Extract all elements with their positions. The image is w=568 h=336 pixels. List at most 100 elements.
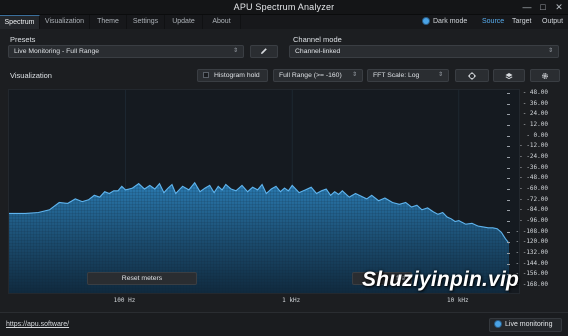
target-link[interactable]: Target — [512, 15, 531, 29]
visualization-label: Visualization — [10, 71, 52, 80]
db-tick-mark — [507, 178, 510, 180]
presets-select[interactable]: Live Monitoring - Full Range ⇕ — [8, 45, 244, 58]
fft-scale-selected-value: FFT Scale: Log — [373, 72, 420, 79]
db-tick-label: - -48.00 — [519, 174, 548, 182]
db-tick-label: - -168.00 — [515, 281, 548, 288]
db-tick: - -120.00 — [507, 238, 555, 246]
status-bar: https://apu.software/ Live monitoring — [0, 312, 568, 336]
app-window: APU Spectrum Analyzer — □ ✕ Spectrum Vis… — [0, 0, 568, 336]
presets-label: Presets — [10, 35, 36, 44]
db-tick-label: - -156.00 — [515, 270, 548, 278]
channel-mode-label: Channel mode — [293, 35, 342, 44]
website-link[interactable]: https://apu.software/ — [6, 321, 69, 328]
db-tick-mark — [507, 242, 510, 244]
channel-mode-selected-value: Channel-linked — [295, 48, 341, 55]
db-tick: - -48.00 — [507, 174, 555, 182]
window-title: APU Spectrum Analyzer — [233, 2, 335, 12]
db-tick-mark — [507, 210, 510, 212]
tab-update[interactable]: Update — [165, 15, 203, 29]
source-link[interactable]: Source — [482, 15, 504, 29]
gear-icon — [542, 72, 548, 79]
frequency-axis: 100 Hz 1 kHz 10 kHz — [8, 294, 520, 308]
watermark-text: Shuziyinpin.vip — [362, 268, 520, 291]
histogram-hold-checkbox — [203, 72, 209, 78]
db-tick-label: - 48.00 — [522, 89, 548, 96]
close-button[interactable]: ✕ — [550, 1, 568, 13]
db-tick-label: - -120.00 — [515, 238, 548, 246]
frequency-tick-label: 1 kHz — [282, 297, 301, 304]
db-tick-label: - -36.00 — [519, 163, 548, 171]
channel-mode-select[interactable]: Channel-linked ⇕ — [289, 45, 559, 58]
histogram-hold-toggle[interactable]: Histogram hold — [197, 69, 268, 82]
frequency-tick-label: 10 kHz — [446, 297, 469, 304]
tab-spectrum[interactable]: Spectrum — [0, 15, 40, 29]
db-tick-label: - -12.00 — [519, 142, 548, 150]
db-tick: - -24.00 — [507, 153, 555, 161]
tab-theme[interactable]: Theme — [90, 15, 127, 29]
live-monitoring-toggle[interactable]: Live monitoring — [489, 318, 562, 332]
dark-mode-toggle[interactable]: Dark mode — [423, 15, 467, 29]
db-tick: - -84.00 — [507, 206, 555, 214]
db-tick: - -132.00 — [507, 249, 555, 257]
db-tick-mark — [507, 125, 510, 126]
db-tick-label: - -24.00 — [519, 153, 548, 160]
reset-meters-button[interactable]: Reset meters — [87, 272, 197, 285]
db-tick-mark — [507, 157, 510, 158]
frequency-tick-label: 100 Hz — [113, 297, 136, 304]
db-tick-label: - -84.00 — [519, 206, 548, 214]
range-select[interactable]: Full Range (>= -160) ⇕ — [273, 69, 363, 82]
tab-about[interactable]: About — [203, 15, 241, 29]
tab-visualization[interactable]: Visualization — [40, 15, 90, 29]
db-tick-mark — [507, 93, 510, 94]
layers-icon — [505, 72, 513, 79]
db-tick: - -108.00 — [507, 228, 555, 236]
histogram-hold-label: Histogram hold — [214, 72, 260, 79]
db-tick: - -144.00 — [507, 260, 555, 268]
db-tick: - -72.00 — [507, 196, 555, 204]
pencil-icon — [261, 48, 267, 54]
db-tick: - -60.00 — [507, 185, 555, 193]
title-bar: APU Spectrum Analyzer — □ ✕ — [0, 0, 568, 15]
crosshair-button[interactable] — [455, 69, 489, 82]
dark-mode-radio-icon — [423, 17, 429, 24]
db-tick: - -96.00 — [507, 217, 555, 225]
settings-button[interactable] — [530, 69, 560, 82]
db-tick-mark — [507, 221, 510, 222]
db-tick-mark — [507, 114, 510, 116]
live-monitoring-label: Live monitoring — [505, 321, 553, 328]
db-tick: - -12.00 — [507, 142, 555, 150]
db-tick-mark — [507, 135, 510, 137]
db-tick-label: - 36.00 — [522, 99, 548, 107]
db-tick: - 36.00 — [507, 100, 555, 108]
crosshair-icon — [468, 71, 476, 80]
db-tick-mark — [507, 231, 510, 233]
select-arrows-icon: ⇕ — [547, 48, 553, 54]
db-tick-label: - -60.00 — [519, 185, 548, 192]
select-arrows-icon: ⇕ — [351, 72, 357, 78]
db-tick: - -36.00 — [507, 164, 555, 172]
db-tick: - 0.00 — [507, 132, 555, 140]
db-tick: - 48.00 — [507, 89, 555, 97]
db-tick-label: - 12.00 — [522, 121, 548, 128]
db-tick-mark — [507, 146, 510, 148]
db-tick-label: - 24.00 — [522, 110, 548, 118]
dark-mode-label: Dark mode — [433, 18, 468, 25]
db-tick-mark — [507, 199, 510, 201]
db-tick-mark — [507, 189, 510, 190]
spectrum-chart — [9, 90, 510, 293]
db-tick: - 24.00 — [507, 110, 555, 118]
tab-settings[interactable]: Settings — [127, 15, 165, 29]
db-tick-mark — [507, 167, 510, 169]
db-tick-label: - -72.00 — [519, 195, 548, 203]
layers-button[interactable] — [493, 69, 525, 82]
select-arrows-icon: ⇕ — [437, 72, 443, 78]
edit-preset-button[interactable] — [250, 45, 278, 58]
fft-scale-select[interactable]: FFT Scale: Log ⇕ — [367, 69, 449, 82]
db-tick-label: - -96.00 — [519, 217, 548, 224]
spectrum-plot[interactable]: Reset meters file — [8, 89, 520, 294]
db-scale: - 48.00 - 36.00 - 24.00 - 12.00 - 0.00 - -12.… — [507, 89, 555, 294]
output-link[interactable]: Output — [542, 15, 563, 29]
db-tick-label: - -132.00 — [515, 249, 548, 256]
select-arrows-icon: ⇕ — [232, 48, 238, 54]
range-selected-value: Full Range (>= -160) — [279, 72, 342, 79]
